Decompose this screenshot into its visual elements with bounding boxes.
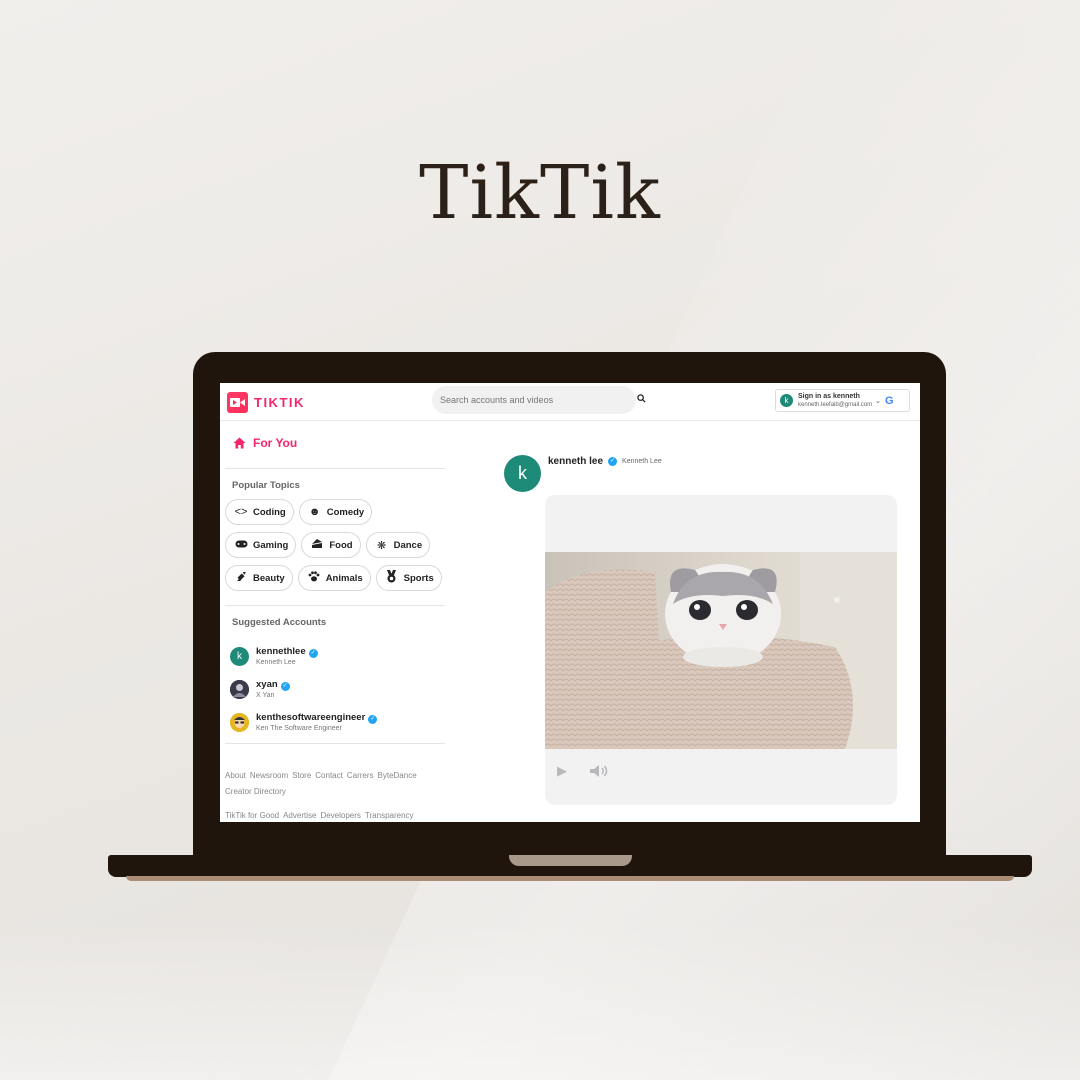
account-texts: kenthesoftwareengineer ✓ Ken The Software… <box>256 711 378 734</box>
footer-links-row-3: TikTik for Good Advertise Developers Transp… <box>225 811 445 820</box>
sidebar-item-label: For You <box>253 436 298 450</box>
verified-icon: ✓ <box>308 649 318 658</box>
footer-link-newsroom[interactable]: Newsroom <box>250 771 288 780</box>
signin-avatar: k <box>780 394 793 407</box>
divider <box>225 743 445 744</box>
background-floor-light <box>0 920 1080 1080</box>
code-icon: <> <box>234 506 248 518</box>
divider <box>225 605 445 606</box>
chevron-down-icon: ⌄ <box>875 397 882 405</box>
verified-icon: ✓ <box>280 682 290 691</box>
verified-icon: ✓ <box>368 715 378 724</box>
topic-label: Gaming <box>253 539 289 551</box>
account-item-kenthesoftwareengineer[interactable]: kenthesoftwareengineer ✓ Ken The Software… <box>230 706 378 739</box>
topics-list: <> Coding ☻ Comedy Gaming Food ❋ Dance B… <box>225 499 445 598</box>
sidebar: For You Popular Topics <> Coding ☻ Comed… <box>225 421 446 822</box>
account-texts: xyan ✓ X Yan <box>256 678 290 701</box>
footer-links-row-2: Creator Directory <box>225 787 445 796</box>
topic-animals[interactable]: Animals <box>297 565 371 591</box>
post-author-handle: kenneth lee <box>548 456 604 467</box>
topic-sports[interactable]: Sports <box>375 565 442 591</box>
topic-label: Animals <box>325 572 363 584</box>
topic-dance[interactable]: ❋ Dance <box>365 532 431 558</box>
app-logo-text: TIKTIK <box>254 395 305 410</box>
avatar <box>230 713 249 732</box>
post-author-name: Kenneth Lee <box>622 458 662 465</box>
sidebar-item-for-you[interactable]: For You <box>233 436 297 450</box>
video-card[interactable]: ▶ <box>545 495 897 805</box>
footer-link-contact[interactable]: Contact <box>315 771 343 780</box>
kitten-video-thumbnail <box>545 552 897 749</box>
footer-link-creator-directory[interactable]: Creator Directory <box>225 787 286 796</box>
popular-topics-title: Popular Topics <box>232 480 300 491</box>
account-handle: xyan <box>256 679 278 690</box>
signin-email: kenneth.leefaib@gmail.com <box>798 401 873 408</box>
footer-link-store[interactable]: Store <box>292 771 311 780</box>
footer-link-about[interactable]: About <box>225 771 246 780</box>
suggested-accounts-title: Suggested Accounts <box>232 617 327 628</box>
account-item-xyan[interactable]: xyan ✓ X Yan <box>230 673 377 706</box>
footer-link-advertise[interactable]: Advertise <box>283 811 316 820</box>
google-signin-button[interactable]: k Sign in as kenneth kenneth.leefaib@gma… <box>775 389 910 412</box>
footer-link-carrers[interactable]: Carrers <box>347 771 374 780</box>
search-bar <box>432 386 636 414</box>
signin-texts: Sign in as kenneth kenneth.leefaib@gmail… <box>798 393 872 409</box>
divider <box>225 468 445 469</box>
topic-coding[interactable]: <> Coding <box>225 499 294 525</box>
paw-icon <box>307 571 321 585</box>
search-icon[interactable] <box>637 394 646 403</box>
account-name: Kenneth Lee <box>256 659 296 666</box>
google-icon: G <box>885 394 894 407</box>
topic-label: Dance <box>393 539 423 551</box>
topic-label: Beauty <box>253 572 285 584</box>
video-controls: ▶ <box>557 763 609 779</box>
laptop-notch <box>509 855 632 866</box>
footer-link-developers[interactable]: Developers <box>320 811 360 820</box>
account-name: X Yan <box>256 692 275 699</box>
topic-label: Coding <box>253 506 286 518</box>
medal-icon <box>385 570 399 586</box>
home-icon <box>233 437 246 449</box>
account-item-kennethlee[interactable]: k kennethlee ✓ Kenneth Lee <box>230 640 377 673</box>
account-texts: kennethlee ✓ Kenneth Lee <box>256 645 318 668</box>
search-input[interactable] <box>432 386 636 414</box>
account-handle: kenthesoftwareengineer <box>256 712 366 723</box>
topic-beauty[interactable]: Beauty <box>225 565 293 591</box>
topic-label: Food <box>329 539 353 551</box>
avatar <box>230 680 249 699</box>
avatar: k <box>230 647 249 666</box>
gamepad-icon <box>234 539 248 551</box>
verified-icon: ✓ <box>608 457 618 466</box>
video-camera-icon <box>227 392 248 413</box>
topic-label: Sports <box>403 572 434 584</box>
dance-icon: ❋ <box>376 539 387 552</box>
topic-gaming[interactable]: Gaming <box>225 532 297 558</box>
sunglasses-face-icon: ☻ <box>308 506 321 518</box>
top-navbar: TIKTIK k Sign in as kenneth kenneth.leef… <box>220 383 920 421</box>
signin-label: Sign in as kenneth <box>798 392 860 400</box>
lipstick-icon <box>234 571 248 585</box>
footer-link-bytedance[interactable]: ByteDance <box>378 771 417 780</box>
footer-links-row-1: About Newsroom Store Contact Carrers ByteDanc… <box>225 771 445 780</box>
volume-icon[interactable] <box>589 764 609 778</box>
app-logo[interactable]: TIKTIK <box>227 392 305 413</box>
topic-food[interactable]: Food <box>301 532 361 558</box>
play-icon[interactable]: ▶ <box>557 763 567 779</box>
hero-title: TikTik <box>419 150 661 236</box>
account-handle: kennethlee <box>256 646 306 657</box>
video-player[interactable] <box>545 552 897 749</box>
cake-icon <box>310 538 324 552</box>
topic-comedy[interactable]: ☻ Comedy <box>298 499 373 525</box>
suggested-accounts-list: k kennethlee✓ Kenneth Lee xyan✓ X Yan <box>230 640 378 739</box>
laptop-base-edge <box>126 876 1014 881</box>
footer-link-tiktik-for-good[interactable]: TikTik for Good <box>225 811 279 820</box>
post-author-avatar[interactable]: k <box>504 455 541 492</box>
topic-label: Comedy <box>326 506 365 518</box>
laptop-screen: TIKTIK k Sign in as kenneth kenneth.leef… <box>220 383 920 822</box>
footer-link-transparency[interactable]: Transparency <box>365 811 414 820</box>
account-name: Ken The Software Engineer <box>256 725 342 732</box>
post-author[interactable]: kenneth lee ✓ Kenneth Lee <box>548 456 662 467</box>
